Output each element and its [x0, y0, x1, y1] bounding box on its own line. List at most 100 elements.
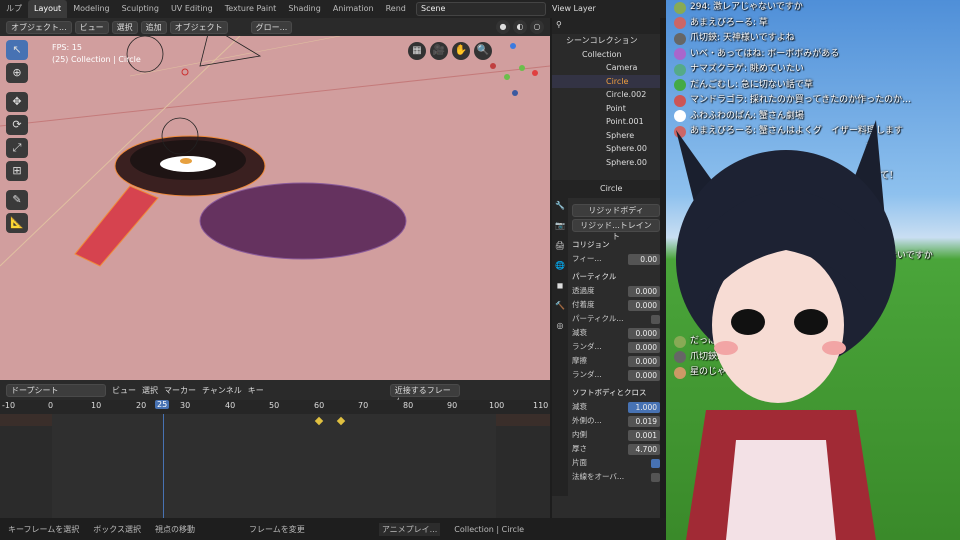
- pan-hand-icon[interactable]: ✋: [452, 42, 470, 60]
- field-value[interactable]: 0.000: [628, 299, 660, 311]
- properties-object-name[interactable]: Circle: [552, 180, 660, 198]
- tl-select-menu[interactable]: 選択: [142, 385, 158, 396]
- world-tab-icon[interactable]: 🌐: [552, 256, 568, 276]
- checkbox[interactable]: [651, 314, 660, 324]
- field-row: 減衰 1.000: [572, 400, 660, 414]
- status-anim-player[interactable]: アニメプレイ...: [378, 522, 441, 536]
- scale-tool-icon[interactable]: ⤢: [6, 138, 28, 158]
- field-value[interactable]: 1.000: [628, 401, 660, 413]
- select-menu[interactable]: 選択: [111, 20, 138, 34]
- softbody-section[interactable]: ソフトボディとクロス: [572, 386, 660, 400]
- camera-view-icon[interactable]: 🎥: [430, 42, 448, 60]
- material-shading-icon[interactable]: ◐: [513, 20, 527, 34]
- field-value[interactable]: 0.000: [628, 355, 660, 367]
- field-value[interactable]: 0.019: [628, 415, 660, 427]
- object-tab-icon[interactable]: ◼: [552, 276, 568, 296]
- object-menu[interactable]: オブジェクト: [169, 20, 228, 34]
- field-value[interactable]: 0.000: [628, 285, 660, 297]
- tab-rendering[interactable]: Rend: [380, 0, 412, 18]
- checkbox[interactable]: [651, 472, 660, 482]
- field-row: パーティクル...: [572, 312, 660, 326]
- avatar: [674, 32, 686, 45]
- playhead-line: [163, 414, 164, 518]
- mode-dropdown[interactable]: オブジェクト...: [6, 20, 72, 34]
- tab-animation[interactable]: Animation: [327, 0, 380, 18]
- annotate-tool-icon[interactable]: ✎: [6, 190, 28, 210]
- current-frame-indicator[interactable]: 25: [155, 400, 170, 409]
- view-menu[interactable]: ビュー: [74, 20, 109, 34]
- tab-sculpting[interactable]: Sculpting: [116, 0, 165, 18]
- field-row: フィー... 0.00: [572, 252, 660, 266]
- help-menu[interactable]: ルプ: [0, 0, 28, 18]
- tool-tab-icon[interactable]: 🔧: [552, 196, 568, 216]
- 3d-viewport[interactable]: [0, 36, 550, 380]
- ruler-tick: 40: [225, 401, 236, 410]
- field-value[interactable]: 0.00: [628, 253, 660, 265]
- cursor-tool-icon[interactable]: ⊕: [6, 63, 28, 83]
- add-menu[interactable]: 追加: [140, 20, 167, 34]
- transform-tool-icon[interactable]: ⊞: [6, 161, 28, 181]
- select-tool-icon[interactable]: ↖: [6, 40, 28, 60]
- editor-type-dropdown[interactable]: ドープシート: [6, 383, 106, 397]
- field-value[interactable]: 0.000: [628, 369, 660, 381]
- tl-channel-menu[interactable]: チャンネル: [202, 385, 242, 396]
- avatar: [674, 79, 686, 92]
- field-row: 減衰 0.000: [572, 326, 660, 340]
- output-tab-icon[interactable]: 🖨: [552, 236, 568, 256]
- field-label: 付着度: [572, 300, 595, 309]
- field-value[interactable]: 0.000: [628, 327, 660, 339]
- grid-toggle-icon[interactable]: ▦: [408, 42, 426, 60]
- zoom-icon[interactable]: 🔍: [474, 42, 492, 60]
- view-layer-label[interactable]: View Layer: [552, 2, 660, 16]
- chat-message: あまえびろーる: 草: [666, 16, 960, 32]
- measure-tool-icon[interactable]: 📐: [6, 213, 28, 233]
- outliner-search[interactable]: ⚲: [552, 18, 660, 34]
- outliner-item-circle-002[interactable]: Circle.002: [552, 88, 660, 102]
- frame-ruler[interactable]: -10 0 10 20 25 30 40 50 60 70 80 90 100 …: [0, 400, 550, 414]
- particle-section[interactable]: パーティクル: [572, 270, 660, 284]
- outliner-item-sphere-a[interactable]: Sphere.00: [552, 142, 660, 156]
- snap-dropdown[interactable]: 近接するフレーム: [389, 383, 460, 406]
- tl-view-menu[interactable]: ビュー: [112, 385, 136, 396]
- checkbox-checked[interactable]: [651, 458, 660, 468]
- render-shading-icon[interactable]: ○: [530, 20, 544, 34]
- outliner-item-camera[interactable]: Camera: [552, 61, 660, 75]
- tab-uv-editing[interactable]: UV Editing: [165, 0, 219, 18]
- tab-texture-paint[interactable]: Texture Paint: [219, 0, 283, 18]
- field-label: ランダ...: [572, 370, 602, 379]
- move-tool-icon[interactable]: ✥: [6, 92, 28, 112]
- circle-object: [199, 182, 407, 260]
- ruler-tick: 0: [48, 401, 54, 410]
- status-select-keyframe: キーフレームを選択: [8, 524, 80, 534]
- tl-marker-menu[interactable]: マーカー: [164, 385, 196, 396]
- outliner-item-sphere[interactable]: Sphere: [552, 129, 660, 143]
- rotate-tool-icon[interactable]: ⟳: [6, 115, 28, 135]
- tab-layout[interactable]: Layout: [28, 0, 68, 18]
- ruler-tick: 20: [136, 401, 147, 410]
- solid-shading-icon[interactable]: ●: [496, 20, 510, 34]
- field-value[interactable]: 0.000: [628, 341, 660, 353]
- outliner-item-circle[interactable]: Circle: [552, 74, 660, 88]
- render-tab-icon[interactable]: 📷: [552, 216, 568, 236]
- outliner-item-point[interactable]: Point: [552, 102, 660, 116]
- dopesheet-area[interactable]: [0, 414, 550, 518]
- rigid-body-constraint-button[interactable]: リジッド...トレイント: [572, 219, 660, 241]
- outliner-item-collection[interactable]: Collection: [552, 48, 660, 62]
- field-label: 法線をオーバ...: [572, 472, 625, 481]
- outliner-item-sphere-b[interactable]: Sphere.00: [552, 156, 660, 170]
- outliner-item-point-001[interactable]: Point.001: [552, 115, 660, 129]
- field-value[interactable]: 4.700: [628, 443, 660, 455]
- field-value[interactable]: 0.001: [628, 429, 660, 441]
- field-row: ランダ... 0.000: [572, 340, 660, 354]
- tab-modeling[interactable]: Modeling: [67, 0, 115, 18]
- modifier-tab-icon[interactable]: 🔨: [552, 296, 568, 316]
- fps-readout: FPS: 15: [52, 43, 82, 52]
- orientation-dropdown[interactable]: グロー...: [250, 20, 293, 34]
- tl-key-menu[interactable]: キー: [248, 385, 264, 396]
- scene-selector[interactable]: Scene: [416, 2, 546, 16]
- tab-shading[interactable]: Shading: [282, 0, 327, 18]
- chat-text: 爪切鋏: 天神様いですよね: [690, 33, 795, 43]
- rigid-body-button[interactable]: リジッドボディ: [572, 204, 660, 217]
- chat-message: だんごむし: 急に切ない話で草: [666, 78, 960, 94]
- physics-tab-icon[interactable]: ◎: [552, 316, 568, 336]
